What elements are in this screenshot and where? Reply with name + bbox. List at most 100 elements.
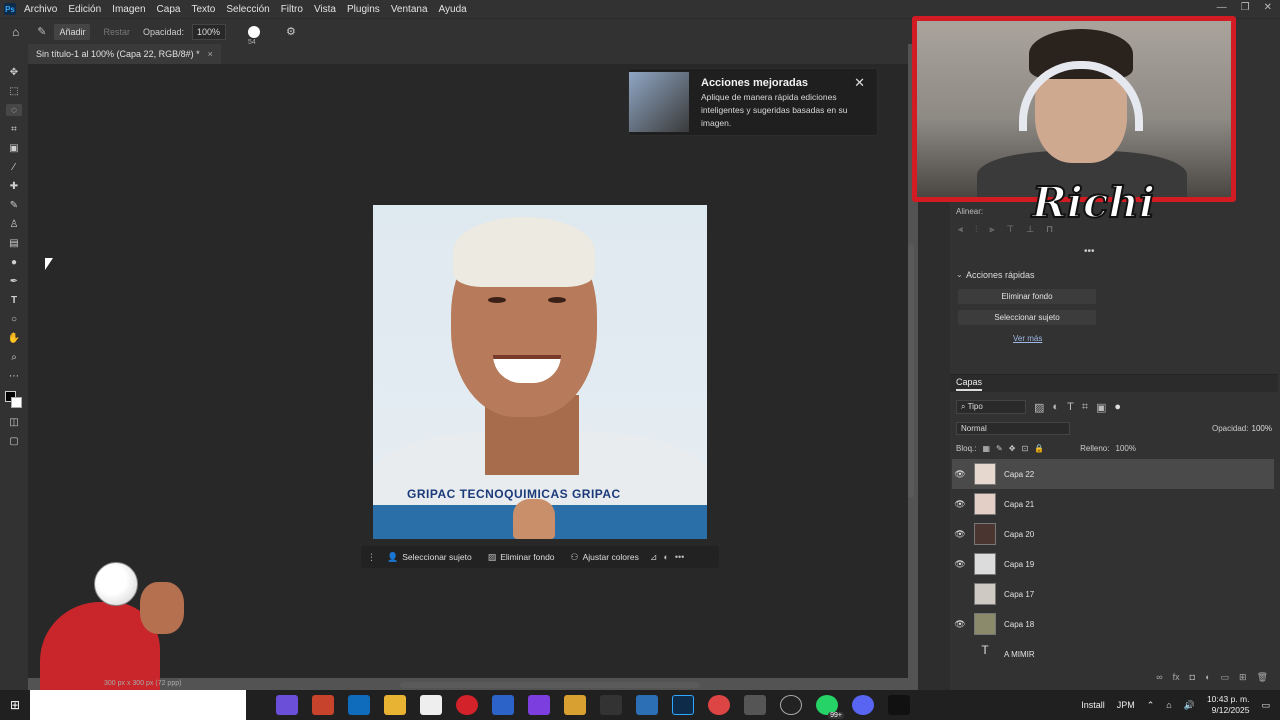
close-tab-icon[interactable]: ×: [208, 49, 213, 59]
hand-tool-icon[interactable]: ✋: [6, 332, 22, 344]
crop-tool-icon[interactable]: ⌗: [6, 123, 22, 135]
transform-icon[interactable]: ⊿: [650, 552, 658, 563]
remove-background-button[interactable]: ▨ Eliminar fondo: [483, 549, 560, 566]
align-right-icon[interactable]: ⫸: [989, 224, 994, 235]
home-icon[interactable]: ⌂: [12, 25, 19, 39]
filter-toggle-icon[interactable]: ●: [1114, 401, 1121, 413]
file-explorer-icon[interactable]: [384, 695, 406, 715]
taskbar-clock[interactable]: 10:43 p. m. 9/12/2025: [1207, 694, 1250, 716]
filter-type-icon[interactable]: T: [1067, 401, 1074, 413]
adjust-colors-button[interactable]: ⚇ Ajustar colores: [566, 549, 644, 566]
lock-paint-icon[interactable]: ✎: [996, 444, 1003, 453]
volume-icon[interactable]: 🔊: [1184, 700, 1195, 711]
type-tool-icon[interactable]: T: [6, 294, 22, 306]
visibility-eye-icon[interactable]: 👁: [952, 529, 968, 540]
tab-layers[interactable]: Capas: [956, 377, 983, 391]
background-color[interactable]: [11, 397, 22, 408]
color-swatches[interactable]: [5, 391, 23, 409]
add-mask-icon[interactable]: ◘: [1190, 672, 1195, 690]
frame-tool-icon[interactable]: ▣: [6, 142, 22, 154]
menu-ayuda[interactable]: Ayuda: [439, 4, 467, 15]
menu-seleccion[interactable]: Selección: [226, 4, 269, 15]
chrome-icon[interactable]: [708, 695, 730, 715]
drag-handle-icon[interactable]: ⋮: [367, 552, 376, 563]
move-tool-icon[interactable]: ✥: [6, 66, 22, 78]
language-indicator[interactable]: JPM: [1117, 700, 1135, 710]
brush-tool-icon[interactable]: ✎: [6, 199, 22, 211]
obs-icon[interactable]: [780, 695, 802, 715]
lock-pixels-icon[interactable]: ▦: [982, 444, 990, 453]
opera-icon[interactable]: [456, 695, 478, 715]
visibility-eye-icon[interactable]: 👁: [952, 469, 968, 480]
quick-mask-icon[interactable]: ◫: [6, 416, 22, 428]
layer-row[interactable]: 👁 Capa 18: [952, 609, 1274, 639]
close-icon[interactable]: ✕: [1264, 2, 1272, 13]
new-layer-icon[interactable]: ⊞: [1239, 672, 1247, 690]
layer-row[interactable]: Capa 17: [952, 579, 1274, 609]
layer-row[interactable]: T A MIMIR: [952, 639, 1274, 669]
filter-pixel-icon[interactable]: ▨: [1034, 401, 1044, 414]
see-more-link[interactable]: Ver más: [1013, 334, 1042, 343]
notifications-icon[interactable]: ▭: [1261, 700, 1270, 711]
pen-tool-icon[interactable]: ✒: [6, 275, 22, 287]
layer-row[interactable]: 👁 Capa 20: [952, 519, 1274, 549]
fx-icon[interactable]: fx: [1173, 672, 1180, 690]
menu-imagen[interactable]: Imagen: [112, 4, 145, 15]
maximize-icon[interactable]: ❐: [1241, 2, 1250, 13]
quick-selection-tool-icon[interactable]: ◌: [6, 104, 22, 116]
adjustment-layer-icon[interactable]: ◐: [1205, 672, 1210, 690]
filter-shape-icon[interactable]: ⌗: [1082, 401, 1088, 414]
tiktok-icon[interactable]: [888, 695, 910, 715]
chevron-down-icon[interactable]: ⌄: [956, 270, 963, 279]
delete-layer-icon[interactable]: 🗑: [1257, 672, 1268, 690]
gradient-tool-icon[interactable]: ▤: [6, 237, 22, 249]
zoom-tool-icon[interactable]: ⌕: [6, 351, 22, 363]
photoshop-taskbar-icon[interactable]: [672, 695, 694, 715]
windows-start-icon[interactable]: ⊞: [0, 698, 30, 712]
menu-texto[interactable]: Texto: [191, 4, 215, 15]
add-mode-button[interactable]: Añadir: [54, 23, 91, 40]
lock-artboard-icon[interactable]: ⊡: [1021, 444, 1028, 453]
eyedropper-tool-icon[interactable]: ⁄: [6, 161, 22, 173]
screen-mode-icon[interactable]: ▢: [6, 435, 22, 447]
document-canvas[interactable]: GRIPAC TECNOQUIMICAS GRIPAC: [373, 205, 707, 539]
brush-size-preview[interactable]: 54: [248, 25, 261, 46]
menu-vista[interactable]: Vista: [314, 4, 336, 15]
calculator-icon[interactable]: [564, 695, 586, 715]
align-left-icon[interactable]: ⫷: [958, 224, 963, 235]
copilot-icon[interactable]: [276, 695, 298, 715]
more-options-icon[interactable]: •••: [675, 552, 684, 562]
vertical-scrollbar[interactable]: [908, 244, 914, 498]
whatsapp-icon[interactable]: 99+: [816, 695, 844, 719]
pen-app-icon[interactable]: [744, 695, 766, 715]
tray-overflow-icon[interactable]: ⌃: [1147, 700, 1155, 711]
dodge-tool-icon[interactable]: ●: [6, 256, 22, 268]
discord-icon[interactable]: [852, 695, 874, 715]
remove-background-quick-button[interactable]: Eliminar fondo: [958, 289, 1096, 304]
quick-selection-tool-icon[interactable]: ✎: [37, 25, 46, 38]
menu-edicion[interactable]: Edición: [68, 4, 101, 15]
microsoft-store-icon[interactable]: [312, 695, 334, 715]
lock-all-icon[interactable]: 🔒: [1034, 444, 1044, 453]
layer-opacity-value[interactable]: 100%: [1252, 424, 1272, 433]
layer-filter-dropdown[interactable]: ⌕ Tipo: [956, 400, 1026, 414]
layer-row[interactable]: 👁 Capa 19: [952, 549, 1274, 579]
more-align-icon[interactable]: •••: [1084, 246, 1095, 257]
shape-tool-icon[interactable]: ○: [6, 313, 22, 325]
notepad-icon[interactable]: [420, 695, 442, 715]
align-center-icon[interactable]: ⫶: [975, 224, 977, 235]
minimize-icon[interactable]: —: [1217, 2, 1227, 13]
lock-position-icon[interactable]: ✥: [1009, 444, 1016, 453]
align-top-icon[interactable]: ⊤: [1006, 224, 1014, 235]
more-tools-icon[interactable]: ⋯: [6, 370, 22, 382]
visibility-eye-icon[interactable]: 👁: [952, 559, 968, 570]
new-group-icon[interactable]: ▭: [1221, 672, 1230, 690]
opacity-field[interactable]: 100%: [192, 23, 227, 40]
visibility-eye-icon[interactable]: 👁: [952, 619, 968, 630]
outlook-icon[interactable]: [348, 695, 370, 715]
word-icon[interactable]: [492, 695, 514, 715]
marquee-tool-icon[interactable]: ⬚: [6, 85, 22, 97]
network-icon[interactable]: ⌂: [1166, 700, 1171, 710]
close-notification-icon[interactable]: ✕: [854, 75, 865, 91]
subtract-mode-button[interactable]: Restar: [98, 24, 135, 40]
